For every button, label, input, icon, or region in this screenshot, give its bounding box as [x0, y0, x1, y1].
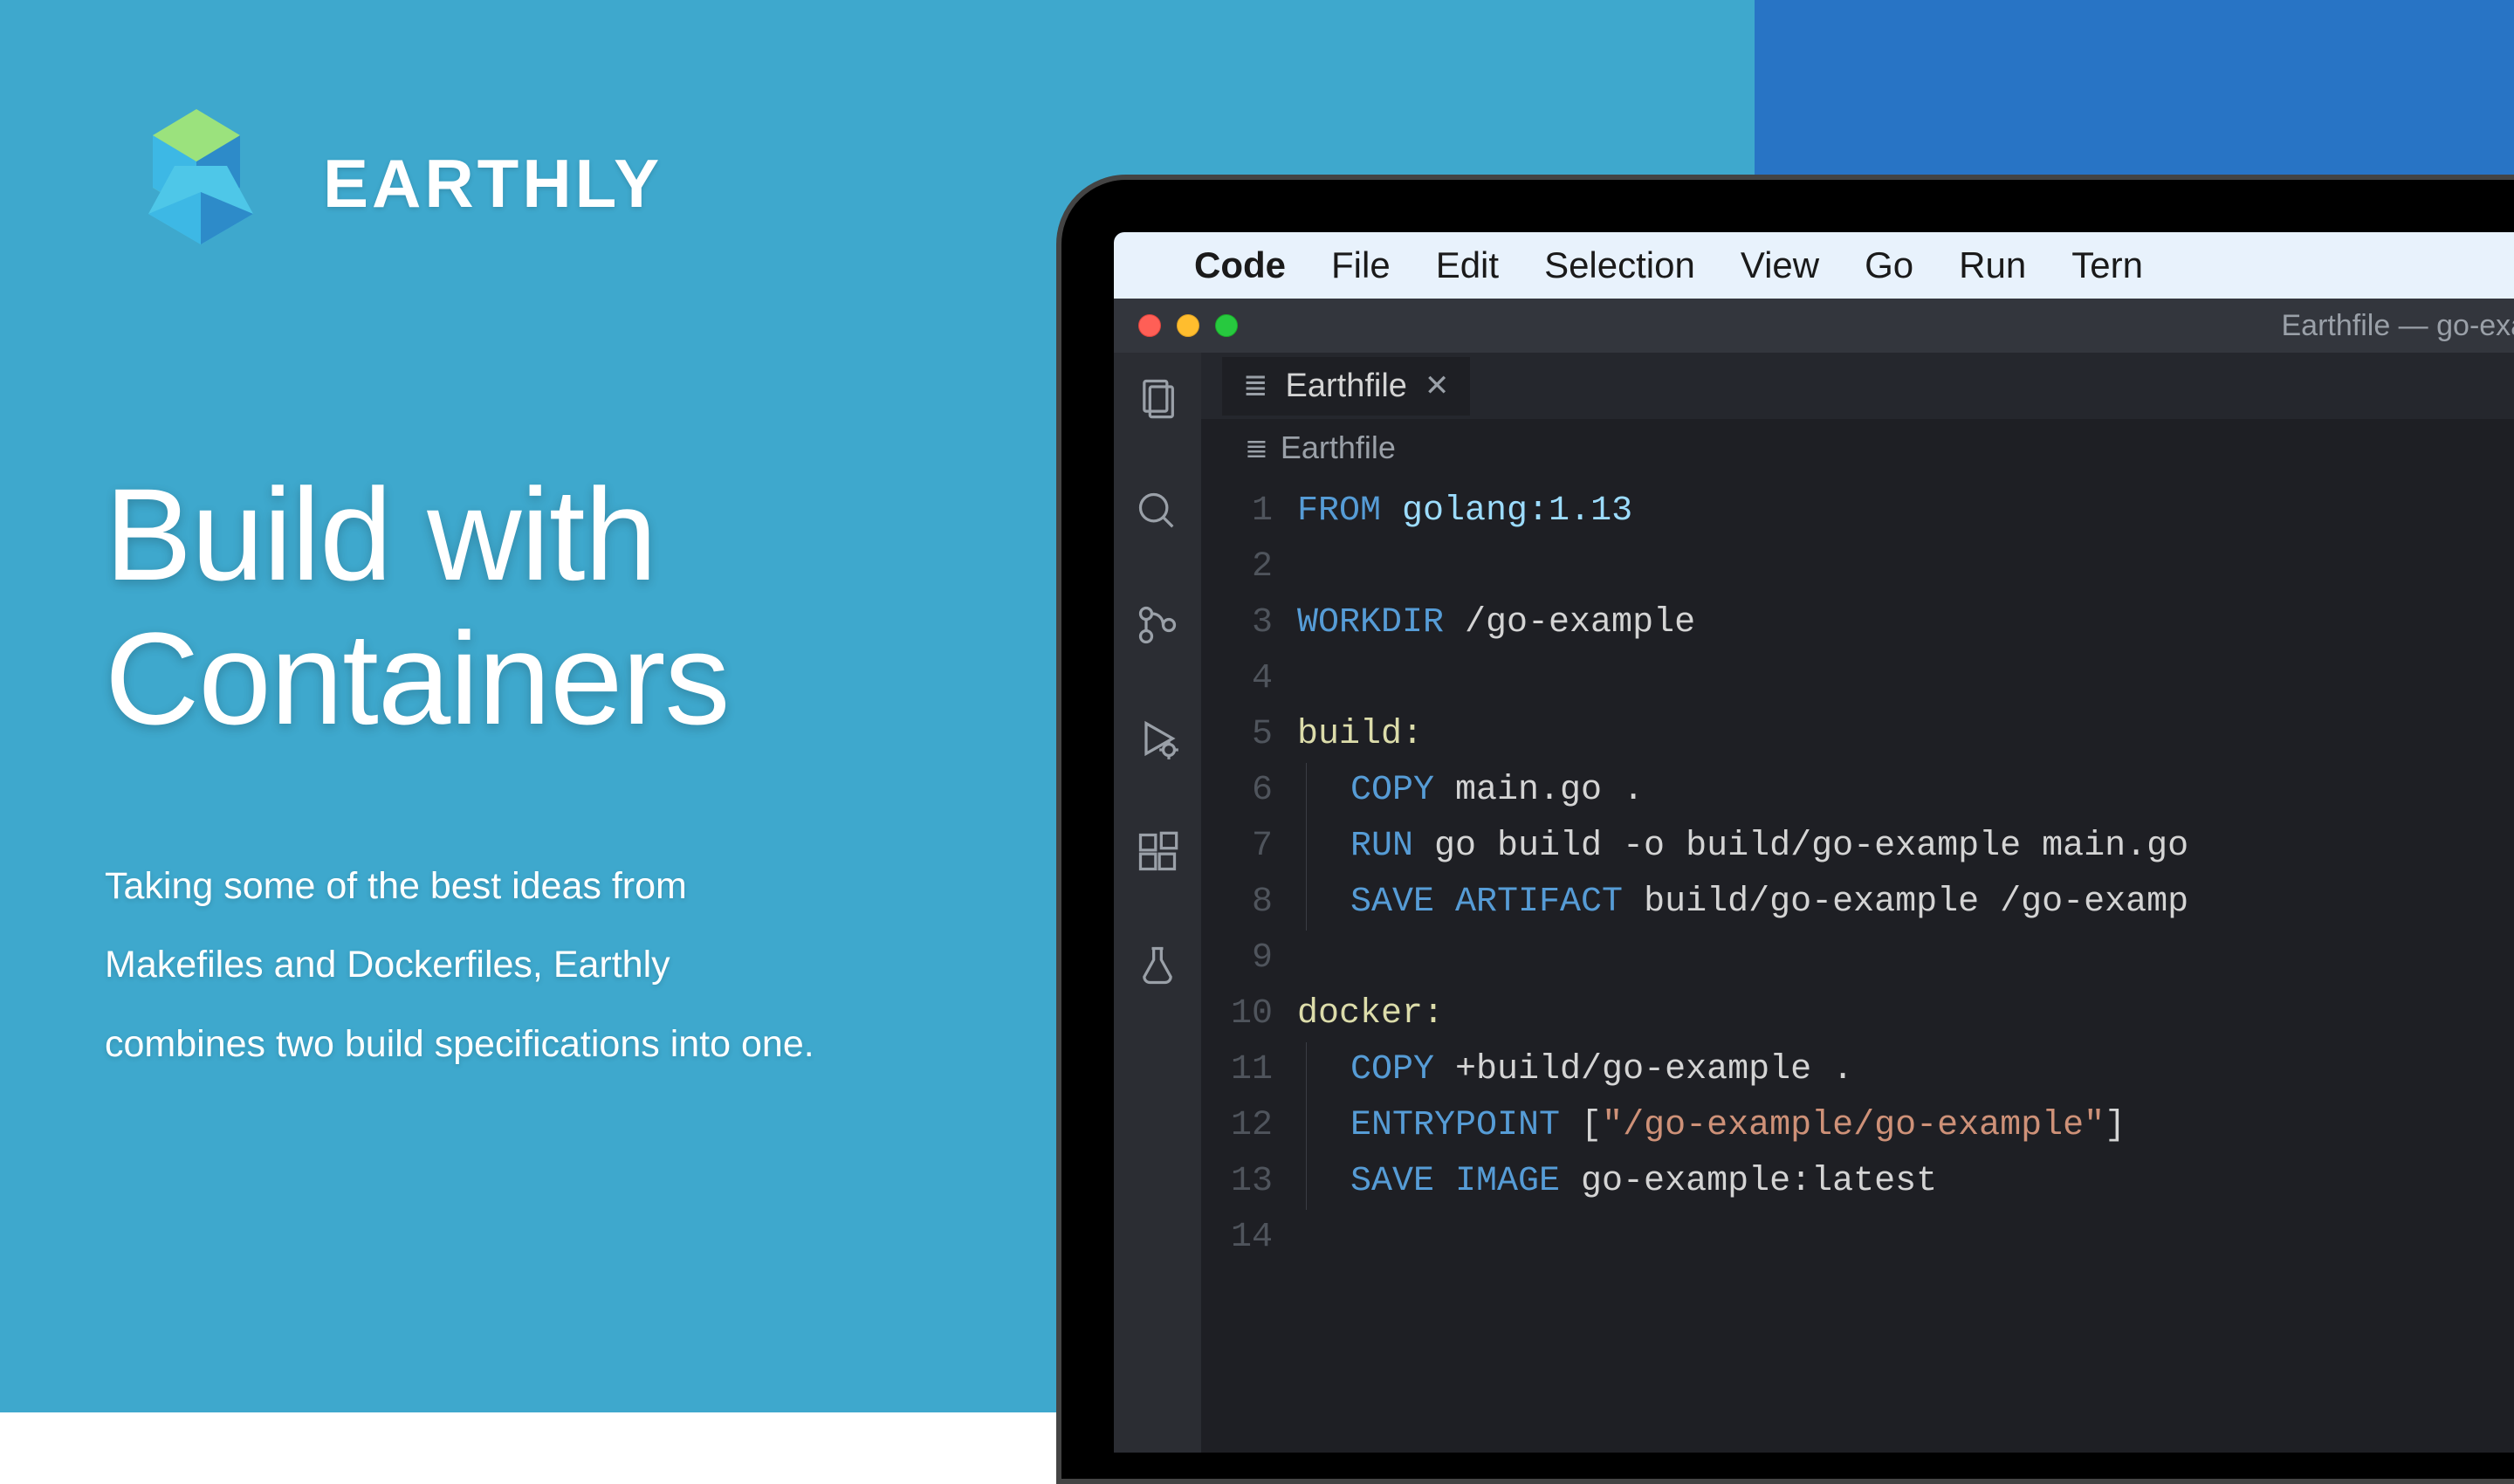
extensions-icon[interactable] [1133, 828, 1182, 876]
code-line[interactable] [1297, 931, 2514, 986]
menu-terminal[interactable]: Tern [2071, 244, 2143, 286]
line-number: 4 [1201, 651, 1273, 707]
code-line[interactable] [1297, 1210, 2514, 1266]
hero-content: EARTHLY Build with Containers Taking som… [105, 105, 890, 1083]
line-number: 9 [1201, 931, 1273, 986]
traffic-lights [1138, 314, 1238, 337]
line-number: 7 [1201, 819, 1273, 875]
logo-row: EARTHLY [105, 105, 890, 262]
menu-go[interactable]: Go [1865, 244, 1913, 286]
subtext: Taking some of the best ideas from Makef… [105, 847, 838, 1083]
line-number: 5 [1201, 707, 1273, 763]
explorer-icon[interactable] [1133, 374, 1182, 423]
code-line[interactable]: SAVE IMAGE go-example:latest [1297, 1154, 2514, 1210]
editor-main: ≣ Earthfile ✕ ≣ Earthfile 12345678910111… [1201, 353, 2514, 1453]
breadcrumb-label: Earthfile [1281, 429, 1396, 466]
code-line[interactable]: WORKDIR /go-example [1297, 595, 2514, 651]
minimize-window-icon[interactable] [1177, 314, 1199, 337]
editor-body: ≣ Earthfile ✕ ≣ Earthfile 12345678910111… [1114, 353, 2514, 1453]
code-line[interactable]: RUN go build -o build/go-example main.go [1297, 819, 2514, 875]
source-control-icon[interactable] [1133, 601, 1182, 649]
code-content[interactable]: FROM golang:1.13 WORKDIR /go-example build… [1297, 484, 2514, 1266]
code-line[interactable] [1297, 651, 2514, 707]
laptop-frame: Code File Edit Selection View Go Run Ter… [1056, 175, 2514, 1484]
code-line[interactable]: COPY +build/go-example . [1297, 1042, 2514, 1098]
headline: Build with Containers [105, 463, 890, 751]
tab-earthfile[interactable]: ≣ Earthfile ✕ [1222, 357, 1470, 416]
menu-app-name[interactable]: Code [1194, 244, 1286, 286]
testing-icon[interactable] [1133, 941, 1182, 990]
line-number: 6 [1201, 763, 1273, 819]
line-number: 14 [1201, 1210, 1273, 1266]
line-number: 3 [1201, 595, 1273, 651]
activity-bar [1114, 353, 1201, 1453]
code-line[interactable]: COPY main.go . [1297, 763, 2514, 819]
line-number: 11 [1201, 1042, 1273, 1098]
window-title: Earthfile — go-exan [2282, 309, 2514, 343]
code-line[interactable]: docker: [1297, 986, 2514, 1042]
run-debug-icon[interactable] [1133, 714, 1182, 763]
earthly-logo-icon [105, 105, 288, 262]
code-line[interactable]: SAVE ARTIFACT build/go-example /go-examp [1297, 875, 2514, 931]
code-line[interactable]: build: [1297, 707, 2514, 763]
breadcrumb-file-icon: ≣ [1245, 431, 1268, 464]
breadcrumb[interactable]: ≣ Earthfile [1201, 419, 2514, 477]
code-line[interactable]: ENTRYPOINT ["/go-example/go-example"] [1297, 1098, 2514, 1154]
maximize-window-icon[interactable] [1215, 314, 1238, 337]
window-titlebar: Earthfile — go-exan [1114, 299, 2514, 353]
line-number: 1 [1201, 484, 1273, 539]
code-area[interactable]: 1234567891011121314 FROM golang:1.13WORK… [1201, 477, 2514, 1266]
close-tab-icon[interactable]: ✕ [1425, 368, 1450, 403]
line-number: 8 [1201, 875, 1273, 931]
close-window-icon[interactable] [1138, 314, 1161, 337]
tab-row: ≣ Earthfile ✕ [1201, 353, 2514, 419]
code-line[interactable]: FROM golang:1.13 [1297, 484, 2514, 539]
menu-view[interactable]: View [1741, 244, 1819, 286]
gutter: 1234567891011121314 [1201, 484, 1297, 1266]
menu-file[interactable]: File [1331, 244, 1391, 286]
mac-menubar: Code File Edit Selection View Go Run Ter… [1114, 232, 2514, 299]
menu-edit[interactable]: Edit [1436, 244, 1499, 286]
tab-label: Earthfile [1286, 368, 1407, 405]
file-icon: ≣ [1243, 368, 1268, 403]
line-number: 10 [1201, 986, 1273, 1042]
menu-run[interactable]: Run [1959, 244, 2026, 286]
menu-selection[interactable]: Selection [1544, 244, 1695, 286]
brand-name: EARTHLY [323, 144, 663, 223]
search-icon[interactable] [1133, 487, 1182, 536]
code-line[interactable] [1297, 539, 2514, 595]
line-number: 13 [1201, 1154, 1273, 1210]
line-number: 2 [1201, 539, 1273, 595]
line-number: 12 [1201, 1098, 1273, 1154]
